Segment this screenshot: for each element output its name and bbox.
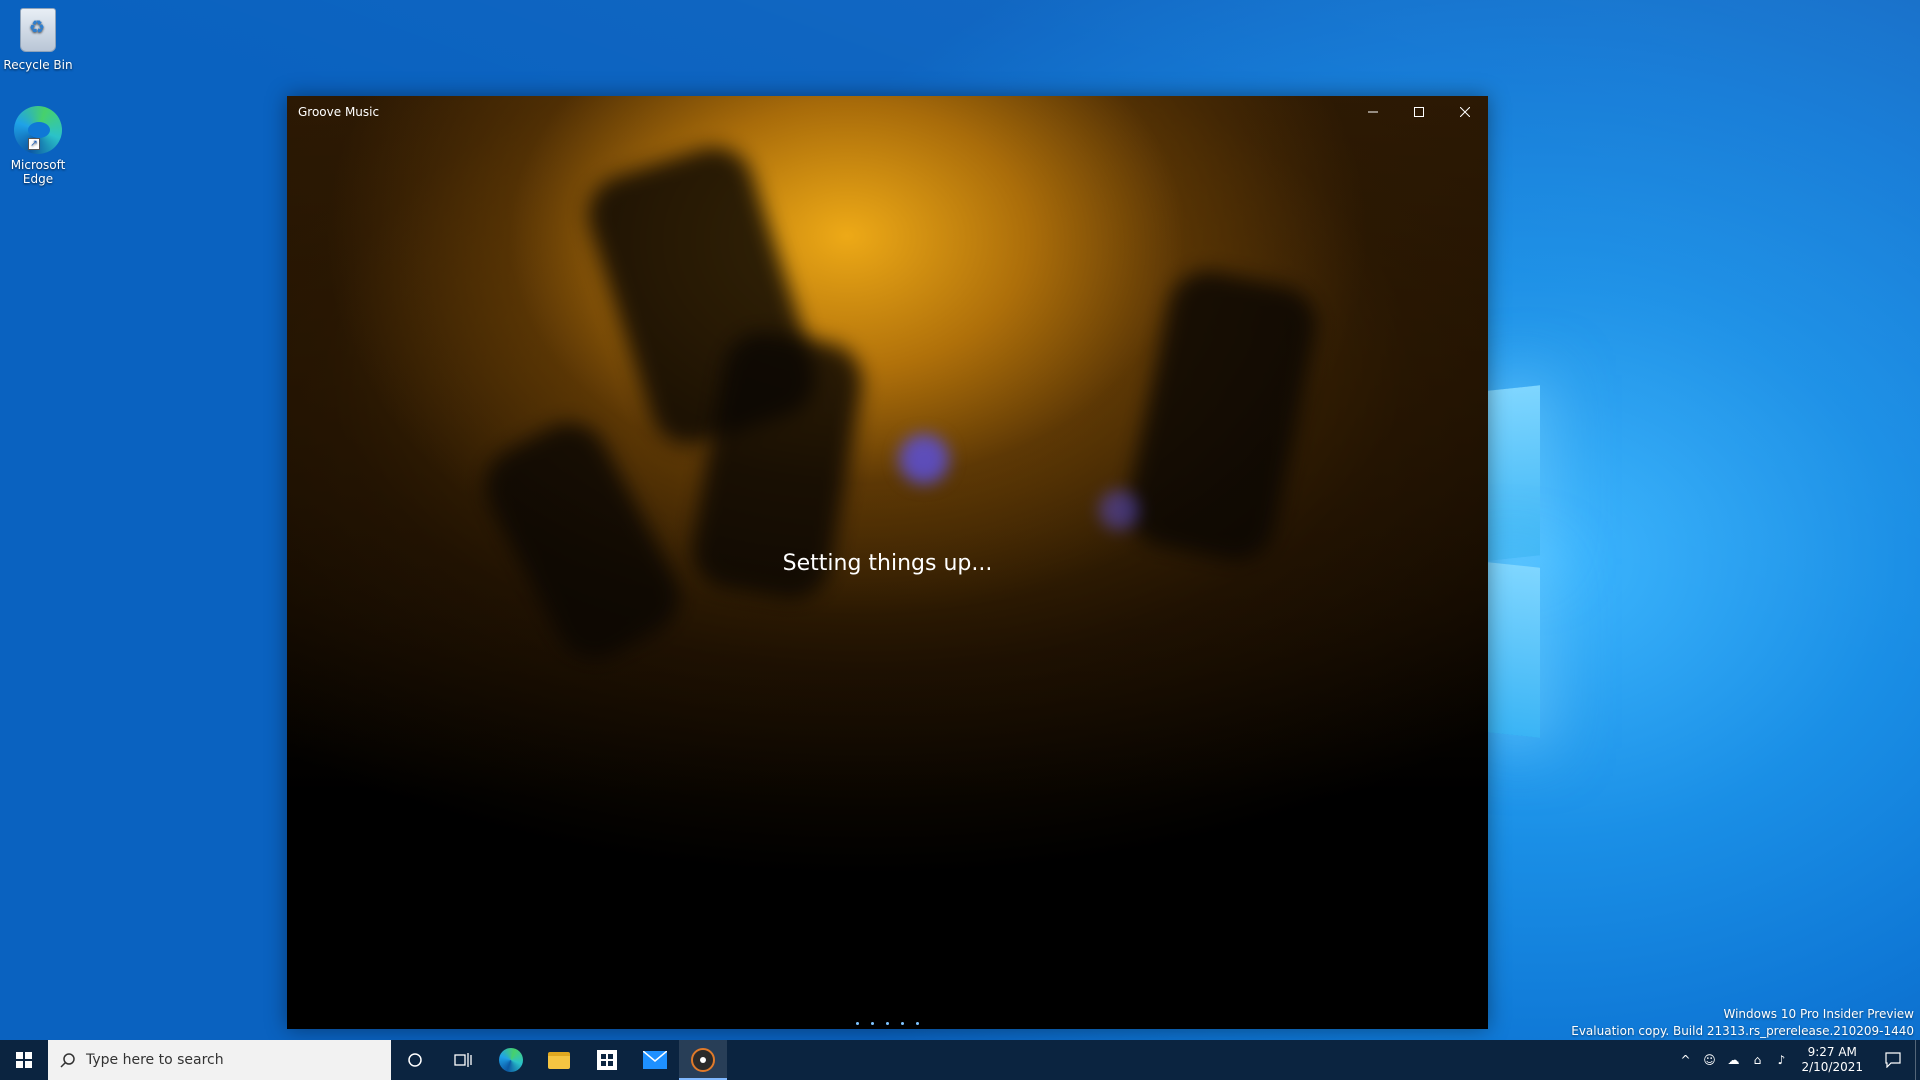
minimize-button[interactable]	[1350, 96, 1396, 128]
desktop-icon-recycle-bin[interactable]: Recycle Bin	[0, 6, 76, 72]
taskbar-mail[interactable]	[631, 1040, 679, 1080]
cortana-button[interactable]	[391, 1040, 439, 1080]
background-light	[899, 434, 949, 484]
loading-dots	[287, 1022, 1488, 1025]
chevron-up-icon: ^	[1680, 1053, 1691, 1067]
people-icon: ☺	[1703, 1053, 1716, 1067]
search-placeholder: Type here to search	[86, 1052, 224, 1068]
groove-music-icon	[691, 1048, 715, 1072]
taskbar-clock[interactable]: 9:27 AM 2/10/2021	[1793, 1045, 1871, 1075]
notification-icon	[1885, 1052, 1901, 1068]
windows-start-icon	[16, 1052, 32, 1068]
mail-icon	[643, 1051, 667, 1069]
tray-volume-button[interactable]: ♪	[1769, 1040, 1793, 1080]
clock-date: 2/10/2021	[1801, 1060, 1863, 1074]
maximize-button[interactable]	[1396, 96, 1442, 128]
build-watermark: Windows 10 Pro Insider Preview Evaluatio…	[1571, 1006, 1914, 1040]
start-button[interactable]	[0, 1040, 48, 1080]
tray-network-button[interactable]: ⌂	[1745, 1040, 1769, 1080]
maximize-icon	[1414, 107, 1424, 117]
action-center-button[interactable]	[1871, 1040, 1915, 1080]
clock-time: 9:27 AM	[1807, 1045, 1857, 1059]
file-explorer-icon	[548, 1051, 570, 1069]
desktop-icon-edge[interactable]: ↗ Microsoft Edge	[0, 106, 76, 186]
close-icon	[1460, 107, 1470, 117]
desktop-icon-label: Recycle Bin	[3, 58, 73, 72]
taskbar: Type here to search ^ ☺ ☁ ⌂ ♪ 9:27 AM 2/…	[0, 1040, 1920, 1080]
watermark-build: Evaluation copy. Build 21313.rs_prerelea…	[1571, 1024, 1914, 1038]
recycle-bin-icon	[20, 8, 56, 52]
tray-overflow-button[interactable]: ^	[1673, 1040, 1697, 1080]
show-desktop-button[interactable]	[1915, 1040, 1920, 1080]
watermark-edition: Windows 10 Pro Insider Preview	[1723, 1007, 1914, 1021]
taskbar-store[interactable]	[583, 1040, 631, 1080]
edge-icon	[499, 1048, 523, 1072]
system-tray: ^ ☺ ☁ ⌂ ♪ 9:27 AM 2/10/2021	[1673, 1040, 1920, 1080]
store-icon	[597, 1050, 617, 1070]
minimize-icon	[1368, 111, 1378, 113]
cloud-icon: ☁	[1727, 1053, 1740, 1067]
groove-music-window: Groove Music Setting things up...	[287, 96, 1488, 1029]
taskbar-file-explorer[interactable]	[535, 1040, 583, 1080]
window-titlebar[interactable]: Groove Music	[287, 96, 1488, 128]
window-title: Groove Music	[298, 105, 380, 119]
desktop-icon-label: Microsoft Edge	[10, 158, 66, 186]
volume-icon: ♪	[1777, 1053, 1786, 1067]
tray-onedrive-button[interactable]: ☁	[1721, 1040, 1745, 1080]
close-button[interactable]	[1442, 96, 1488, 128]
search-icon	[60, 1053, 75, 1068]
cortana-icon	[408, 1053, 422, 1067]
shortcut-arrow-icon: ↗	[28, 138, 40, 150]
background-light	[1099, 490, 1139, 530]
tray-people-button[interactable]: ☺	[1697, 1040, 1721, 1080]
network-icon: ⌂	[1753, 1053, 1762, 1067]
taskbar-groove-music[interactable]	[679, 1040, 727, 1080]
setup-status-text: Setting things up...	[782, 551, 993, 576]
taskbar-edge[interactable]	[487, 1040, 535, 1080]
task-view-button[interactable]	[439, 1040, 487, 1080]
taskbar-search-box[interactable]: Type here to search	[48, 1040, 391, 1080]
task-view-icon	[454, 1053, 472, 1067]
